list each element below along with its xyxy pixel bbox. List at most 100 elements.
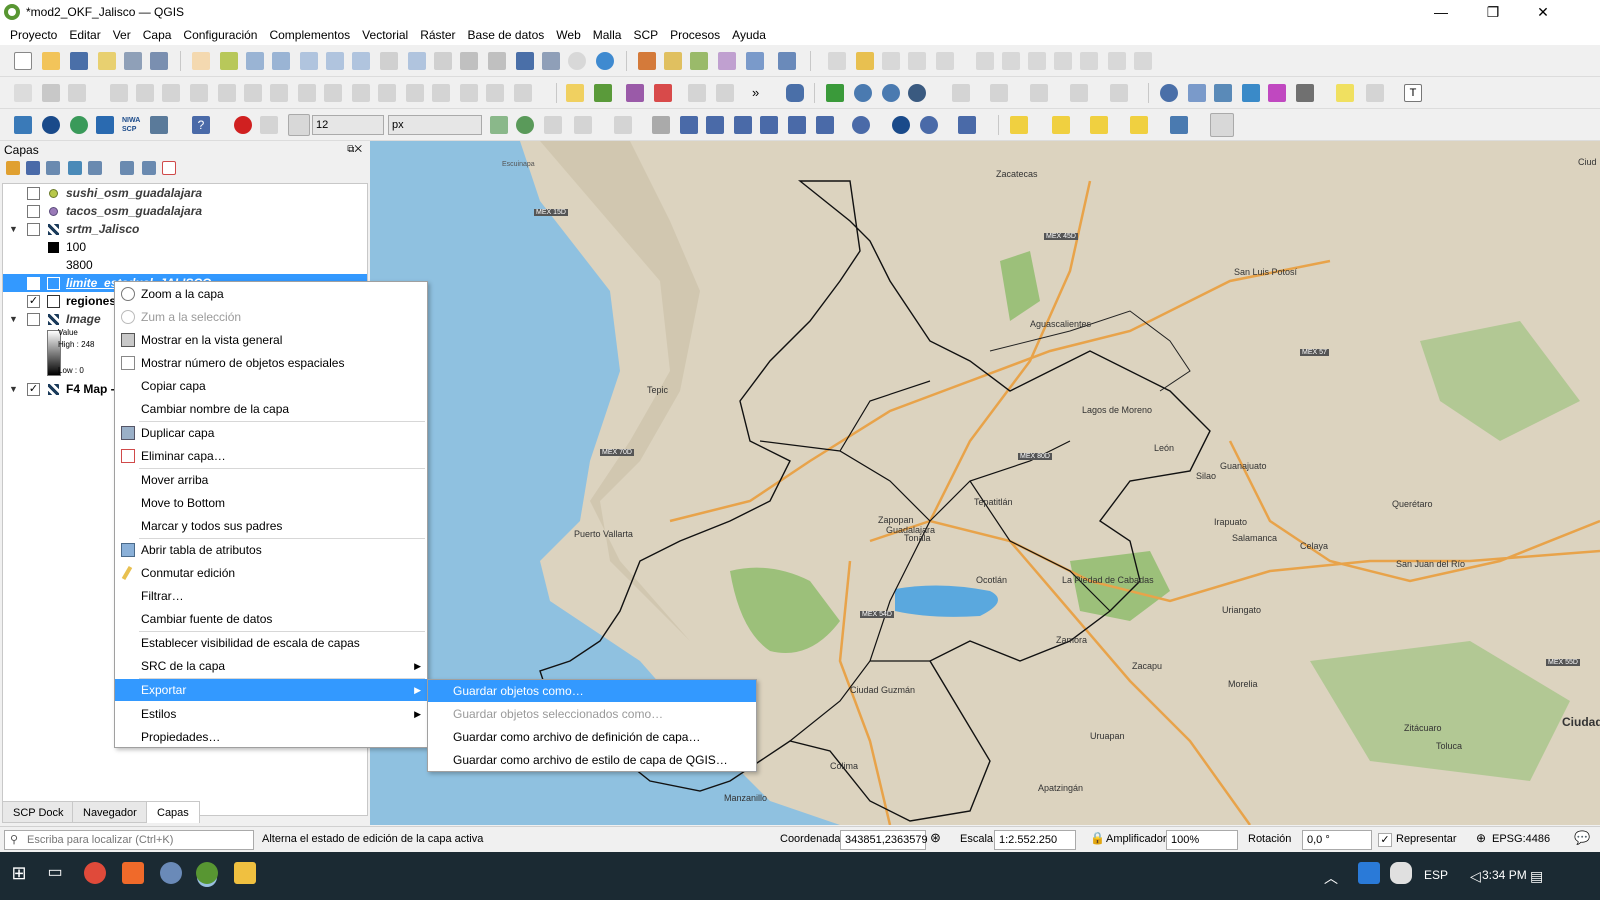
db-manager-icon[interactable]: [786, 84, 804, 102]
menu-set-scale-visibility[interactable]: Establecer visibilidad de escala de capa…: [115, 632, 427, 654]
menu-show-in-overview[interactable]: Mostrar en la vista general: [115, 329, 427, 351]
reshape-icon[interactable]: [270, 84, 288, 102]
pan-to-selection-icon[interactable]: [220, 52, 238, 70]
new-map-view-icon[interactable]: [460, 52, 478, 70]
scp-blank-icon[interactable]: [288, 114, 310, 136]
unit-select[interactable]: px: [388, 115, 482, 135]
menu-procesos[interactable]: Procesos: [664, 28, 726, 42]
semi-automatic-icon[interactable]: [96, 116, 114, 134]
close-button[interactable]: ✕: [1520, 0, 1566, 24]
new-shapefile-icon[interactable]: [690, 52, 708, 70]
zoom-to-layer-icon[interactable]: [352, 52, 370, 70]
delete-selected-icon[interactable]: [1002, 52, 1020, 70]
copy-features-icon[interactable]: [1054, 52, 1072, 70]
layer-row-tacos[interactable]: tacos_osm_guadalajara: [3, 202, 367, 220]
field-calculator-icon[interactable]: [1214, 84, 1232, 102]
menu-base-de-datos[interactable]: Base de datos: [462, 28, 551, 42]
save-project-icon[interactable]: [70, 52, 88, 70]
digitize-disabled-icon[interactable]: [828, 52, 846, 70]
show-hide-label-icon[interactable]: [688, 84, 706, 102]
measure-icon[interactable]: [1296, 84, 1314, 102]
menu-scp[interactable]: SCP: [627, 28, 664, 42]
new-3d-view-icon[interactable]: [488, 52, 506, 70]
menu-remove-layer[interactable]: Eliminar capa…: [115, 445, 427, 467]
menu-raster[interactable]: Ráster: [414, 28, 461, 42]
layer-visibility-checkbox[interactable]: [27, 204, 40, 218]
remove-layer-icon[interactable]: [162, 161, 176, 175]
trim-extend-icon[interactable]: [486, 84, 504, 102]
menu-copy-layer[interactable]: Copiar capa: [115, 375, 427, 397]
diagram-icon[interactable]: [594, 84, 612, 102]
fill-ring-icon[interactable]: [190, 84, 208, 102]
data-source-manager-icon[interactable]: [638, 52, 656, 70]
menu-toggle-editing[interactable]: Conmutar edición: [115, 562, 427, 584]
layer-visibility-checkbox[interactable]: ✓: [27, 382, 40, 396]
paste-features-icon[interactable]: [1080, 52, 1098, 70]
magnifier-spinbox[interactable]: 100%: [1166, 830, 1238, 850]
scp-stop-icon[interactable]: [234, 116, 252, 134]
statistics-icon[interactable]: [1268, 84, 1286, 102]
render-checkbox[interactable]: ✓: [1378, 833, 1392, 847]
reverse-line-icon[interactable]: [460, 84, 478, 102]
map-tips-icon[interactable]: [1336, 84, 1354, 102]
zoom-to-selection-icon[interactable]: [326, 52, 344, 70]
file-explorer-icon[interactable]: [234, 862, 256, 884]
vector-edit-icon[interactable]: [788, 116, 806, 134]
new-print-layout-icon[interactable]: [98, 52, 116, 70]
add-feature-icon[interactable]: [908, 52, 926, 70]
rotate-point-icon[interactable]: [432, 84, 450, 102]
measure-tool-icon[interactable]: [1210, 113, 1234, 137]
layer-row-sushi[interactable]: sushi_osm_guadalajara: [3, 184, 367, 202]
grass-icon[interactable]: [42, 116, 60, 134]
zoom-next-icon[interactable]: [434, 52, 452, 70]
menu-export[interactable]: Exportar ▶: [115, 679, 427, 701]
menu-configuracion[interactable]: Configuración: [177, 28, 263, 42]
zoom-out-icon[interactable]: [272, 52, 290, 70]
delete-ring-icon[interactable]: [218, 84, 236, 102]
refresh-icon[interactable]: [596, 52, 614, 70]
menu-capa[interactable]: Capa: [137, 28, 178, 42]
menu-save-layer-style[interactable]: Guardar como archivo de estilo de capa d…: [428, 749, 756, 771]
task-view-icon[interactable]: ▭: [44, 862, 66, 884]
menu-save-features-as[interactable]: Guardar objetos como…: [428, 680, 756, 702]
wfs-icon[interactable]: [882, 84, 900, 102]
scp-redo-icon[interactable]: [574, 116, 592, 134]
layer-visibility-checkbox[interactable]: [27, 186, 40, 200]
layer-row-srtm[interactable]: ▼ srtm_Jalisco: [3, 220, 367, 238]
scp-delete-icon[interactable]: [544, 116, 562, 134]
select-by-value-icon[interactable]: [1052, 116, 1070, 134]
zoom-native-icon[interactable]: [380, 52, 398, 70]
python-console-icon[interactable]: [14, 116, 32, 134]
menu-check-and-parents[interactable]: Marcar y todos sus padres: [115, 515, 427, 537]
help-icon[interactable]: ?: [192, 116, 210, 134]
size-spinbox[interactable]: 12: [312, 115, 384, 135]
text-annotation-icon[interactable]: T: [1404, 84, 1422, 102]
lock-scale-icon[interactable]: 🔒: [1090, 831, 1105, 845]
menu-properties[interactable]: Propiedades…: [115, 726, 427, 748]
menu-editar[interactable]: Editar: [63, 28, 106, 42]
qgis-cloud-icon[interactable]: [70, 116, 88, 134]
enable-snapping-icon[interactable]: [42, 84, 60, 102]
delete-part-icon[interactable]: [244, 84, 262, 102]
scp-roi-icon[interactable]: [490, 116, 508, 134]
crs-globe-icon[interactable]: ⊕: [1476, 831, 1486, 845]
save-edits-icon[interactable]: [882, 52, 900, 70]
menu-styles[interactable]: Estilos ▶: [115, 703, 427, 725]
pin-label-icon[interactable]: [654, 84, 672, 102]
move-label-icon[interactable]: [716, 84, 734, 102]
expand-arrow-icon[interactable]: ▼: [9, 314, 18, 324]
add-layer-icon[interactable]: [778, 52, 796, 70]
tab-capas[interactable]: Capas: [146, 801, 200, 823]
menu-layer-crs[interactable]: SRC de la capa ▶: [115, 655, 427, 677]
raster-calc-icon[interactable]: [680, 116, 698, 134]
pan-icon[interactable]: [192, 52, 210, 70]
layer-styling-icon[interactable]: [6, 161, 20, 175]
expand-arrow-icon[interactable]: ▼: [9, 224, 18, 234]
menu-move-up[interactable]: Mover arriba: [115, 469, 427, 491]
select-location-icon[interactable]: [1130, 116, 1148, 134]
chrome-icon[interactable]: [84, 862, 106, 884]
windows-start-icon[interactable]: ⊞: [8, 862, 30, 884]
menu-filter[interactable]: Filtrar…: [115, 585, 427, 607]
annotation-icon[interactable]: [1366, 84, 1384, 102]
rotate-feature-icon[interactable]: [68, 84, 86, 102]
